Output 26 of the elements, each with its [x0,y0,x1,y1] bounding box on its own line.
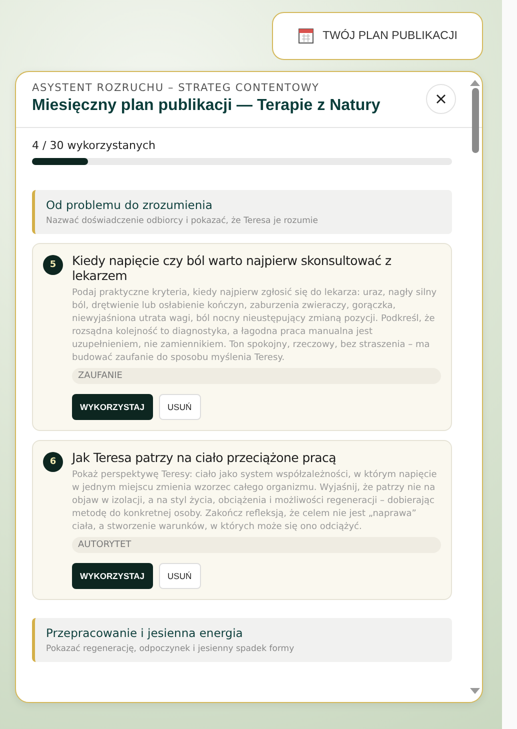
section-title: Od problemu do zrozumienia [46,198,214,212]
use-button[interactable]: WYKORZYSTAJ [72,563,153,589]
usage-counter: 4 / 30 wykorzystanych [32,139,156,152]
section-subtitle: Nazwać doświadczenie odbiorcy i pokazać, że Teresa je rozumie [46,216,319,226]
idea-description: Pokaż perspektywę Teresy: ciało jako system współzależności, w którym napięcie w jednym miejscu zmienia wzorzec całego organizmu. Wyjaśnij, że patrzy nie na objaw w izolacji, a na styl życia, obciążenia i możliwości regeneracji – dobierając metodę do konkretnej osoby. Zakończ refleksją, że celem nie jest „naprawa” ciała, a stworzenie warunków, w których może się ono odciążyć. [72,469,438,534]
remove-button[interactable]: USUŃ [158,394,201,420]
panel-eyebrow: ASYSTENT ROZRUCHU – STRATEG CONTENTOWY [32,82,320,94]
idea-tag: AUTORYTET [72,537,441,553]
panel-title: Miesięczny plan publikacji — Terapie z Natury [32,97,382,115]
calendar-icon [298,28,314,44]
scroll-up-icon[interactable] [470,80,480,86]
idea-description: Podaj praktyczne kryteria, kiedy najpierw zgłosić się do lekarza: uraz, nagły silny ból, drętwienie lub osłabienie kończyn, zaburzenia zwieraczy, gorączka, niewyjaśniona utrata wagi, ból nocny nieustępujący zmianą pozycji. Podkreśl, że rozsądna kolejność to diagnostyka, a łagodna praca manualna jest uzupełnieniem, nie zamiennikiem. Ton spokojny, rzeczowy, bez straszenia – ma budować zaufanie do sposobu myślenia Teresy. [72,287,438,365]
remove-button[interactable]: USUŃ [158,563,201,589]
close-button[interactable] [426,84,456,114]
close-icon [436,94,446,104]
section-title: Przepracowanie i jesienna energia [46,626,244,640]
idea-tag: ZAUFANIE [72,368,441,384]
scrollbar-thumb[interactable] [472,88,478,153]
scroll-down-icon[interactable] [470,688,480,694]
idea-title: Kiedy napięcie czy ból warto najpierw skonsultować z lekarzem [72,253,392,283]
publication-plan-button[interactable]: TWÓJ PLAN PUBLIKACJI [272,12,483,60]
use-button[interactable]: WYKORZYSTAJ [72,394,153,420]
idea-number: 5 [43,255,63,275]
section-subtitle: Pokazać regenerację, odpoczynek i jesienny spadek formy [46,644,296,654]
idea-number: 6 [43,452,63,472]
idea-title: Jak Teresa patrzy na ciało przeciążone pracą [72,450,337,465]
